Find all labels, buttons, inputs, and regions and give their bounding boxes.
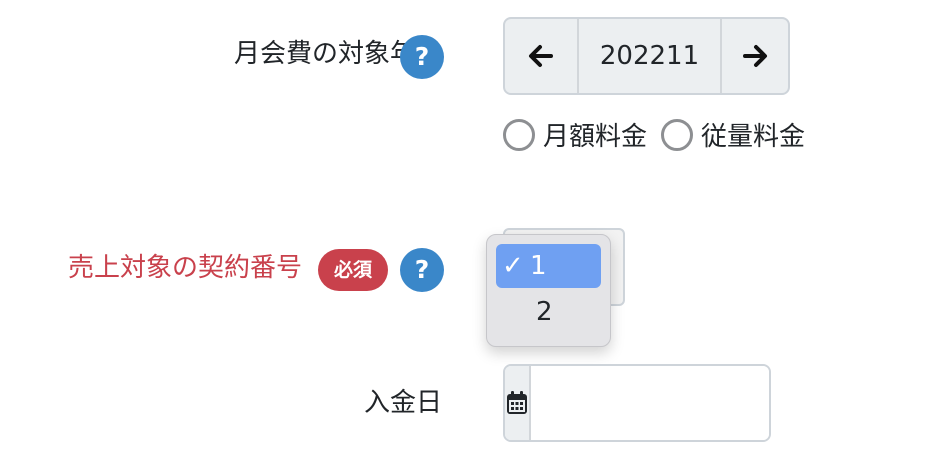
contract-option-1-label: 1 xyxy=(530,251,547,281)
contract-option-1[interactable]: ✓ 1 xyxy=(496,244,601,288)
payment-date-input[interactable] xyxy=(531,366,769,440)
payment-date-field xyxy=(503,364,771,442)
contract-option-2-label: 2 xyxy=(536,297,553,327)
contract-number-label: 売上対象の契約番号 xyxy=(67,253,302,283)
contract-option-2[interactable]: 2 xyxy=(496,290,601,334)
fee-type-radio-group: 月額料金 従量料金 xyxy=(503,116,805,153)
radio-monthly-fee-label: 月額料金 xyxy=(543,122,648,152)
contract-help-icon[interactable]: ? xyxy=(400,248,444,292)
payment-date-label: 入金日 xyxy=(363,388,442,418)
period-value: 202211 xyxy=(577,19,720,93)
period-stepper: 202211 xyxy=(503,17,790,95)
contract-number-dropdown: ✓ 1 2 xyxy=(486,234,611,347)
calendar-icon xyxy=(507,391,527,414)
required-badge: 必須 xyxy=(318,249,389,291)
calendar-button[interactable] xyxy=(505,366,531,440)
arrow-left-icon xyxy=(529,45,553,67)
radio-usage-fee[interactable] xyxy=(661,118,694,151)
prev-month-button[interactable] xyxy=(505,19,577,93)
checkmark-icon: ✓ xyxy=(502,251,524,281)
radio-usage-fee-label: 従量料金 xyxy=(701,122,806,152)
arrow-right-icon xyxy=(743,45,767,67)
radio-monthly-fee[interactable] xyxy=(503,118,535,151)
monthly-fee-help-icon[interactable]: ? xyxy=(400,35,444,79)
next-month-button[interactable] xyxy=(720,19,788,93)
